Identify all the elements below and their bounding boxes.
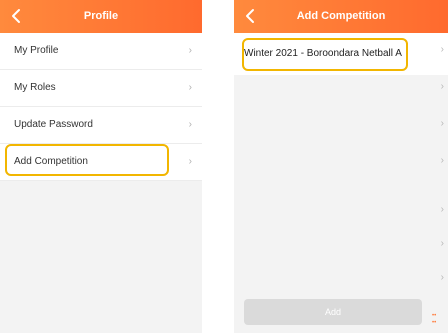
menu-item-label: Add Competition [14,156,88,167]
menu-item-add-competition[interactable]: Add Competition › [0,144,202,181]
page-title: Profile [83,10,119,22]
menu-item-label: My Profile [14,45,59,56]
profile-header: Profile [0,0,202,33]
menu-item-my-roles[interactable]: My Roles › [0,70,202,107]
add-button[interactable]: Add [244,299,422,325]
menu-item-my-profile[interactable]: My Profile › [0,33,202,70]
chevron-right-icon[interactable]: › [441,44,444,55]
profile-menu: My Profile › My Roles › Update Password … [0,33,202,181]
profile-panel: Profile My Profile › My Roles › Update P… [0,0,202,333]
page-title: Add Competition [296,10,386,22]
competition-item[interactable]: Winter 2021 - Boroondara Netball A [234,33,448,75]
chevron-right-icon: › [188,45,192,56]
menu-item-label: My Roles [14,82,56,93]
chevron-right-icon: › [188,82,192,93]
chevron-right-icon: › [188,119,192,130]
chevron-right-icon[interactable]: › [441,272,444,283]
decorative-dots: •• •• [432,313,437,326]
chevron-right-icon[interactable]: › [441,204,444,215]
chevron-right-icon: › [188,156,192,167]
add-competition-header: Add Competition [234,0,448,33]
chevron-right-icon[interactable]: › [441,118,444,129]
competition-name: Winter 2021 - Boroondara Netball A [244,48,402,59]
chevron-right-icon[interactable]: › [441,81,444,92]
chevron-right-icon[interactable]: › [441,238,444,249]
add-competition-panel: Add Competition Winter 2021 - Boroondara… [234,0,448,333]
chevron-right-icon[interactable]: › [441,155,444,166]
menu-item-update-password[interactable]: Update Password › [0,107,202,144]
menu-item-label: Update Password [14,119,93,130]
